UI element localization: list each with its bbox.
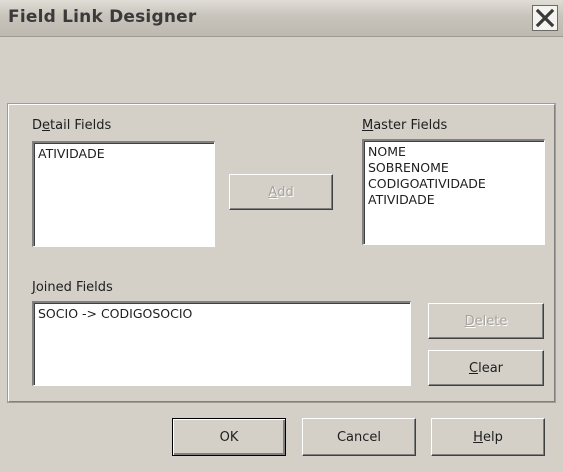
list-item[interactable]: SOBRENOME xyxy=(368,160,540,176)
list-item[interactable]: ATIVIDADE xyxy=(38,146,210,162)
delete-button[interactable]: Delete xyxy=(428,303,544,339)
master-fields-list[interactable]: NOME SOBRENOME CODIGOATIVIDADE ATIVIDADE xyxy=(362,139,545,245)
list-item[interactable]: CODIGOATIVIDADE xyxy=(368,176,540,192)
list-item[interactable]: NOME xyxy=(368,144,540,160)
cancel-button[interactable]: Cancel xyxy=(302,418,416,456)
list-item[interactable]: SOCIO -> CODIGOSOCIO xyxy=(38,306,406,322)
add-button[interactable]: Add xyxy=(229,174,333,210)
close-icon xyxy=(535,8,555,28)
master-fields-label: Master Fields xyxy=(362,118,448,133)
close-button[interactable] xyxy=(532,5,558,31)
joined-fields-label: Joined Fields xyxy=(32,280,113,295)
ok-button[interactable]: OK xyxy=(172,418,286,456)
help-button[interactable]: Help xyxy=(431,418,545,456)
joined-fields-list[interactable]: SOCIO -> CODIGOSOCIO xyxy=(32,301,411,386)
title-bar[interactable]: Field Link Designer xyxy=(0,0,563,37)
detail-fields-list[interactable]: ATIVIDADE xyxy=(32,141,215,247)
window-title: Field Link Designer xyxy=(8,7,197,27)
detail-fields-label: Detail Fields xyxy=(32,118,112,133)
list-item[interactable]: ATIVIDADE xyxy=(368,192,540,208)
dialog-window: Field Link Designer Detail Fields ATIVID… xyxy=(0,0,563,472)
clear-button[interactable]: Clear xyxy=(428,350,544,386)
